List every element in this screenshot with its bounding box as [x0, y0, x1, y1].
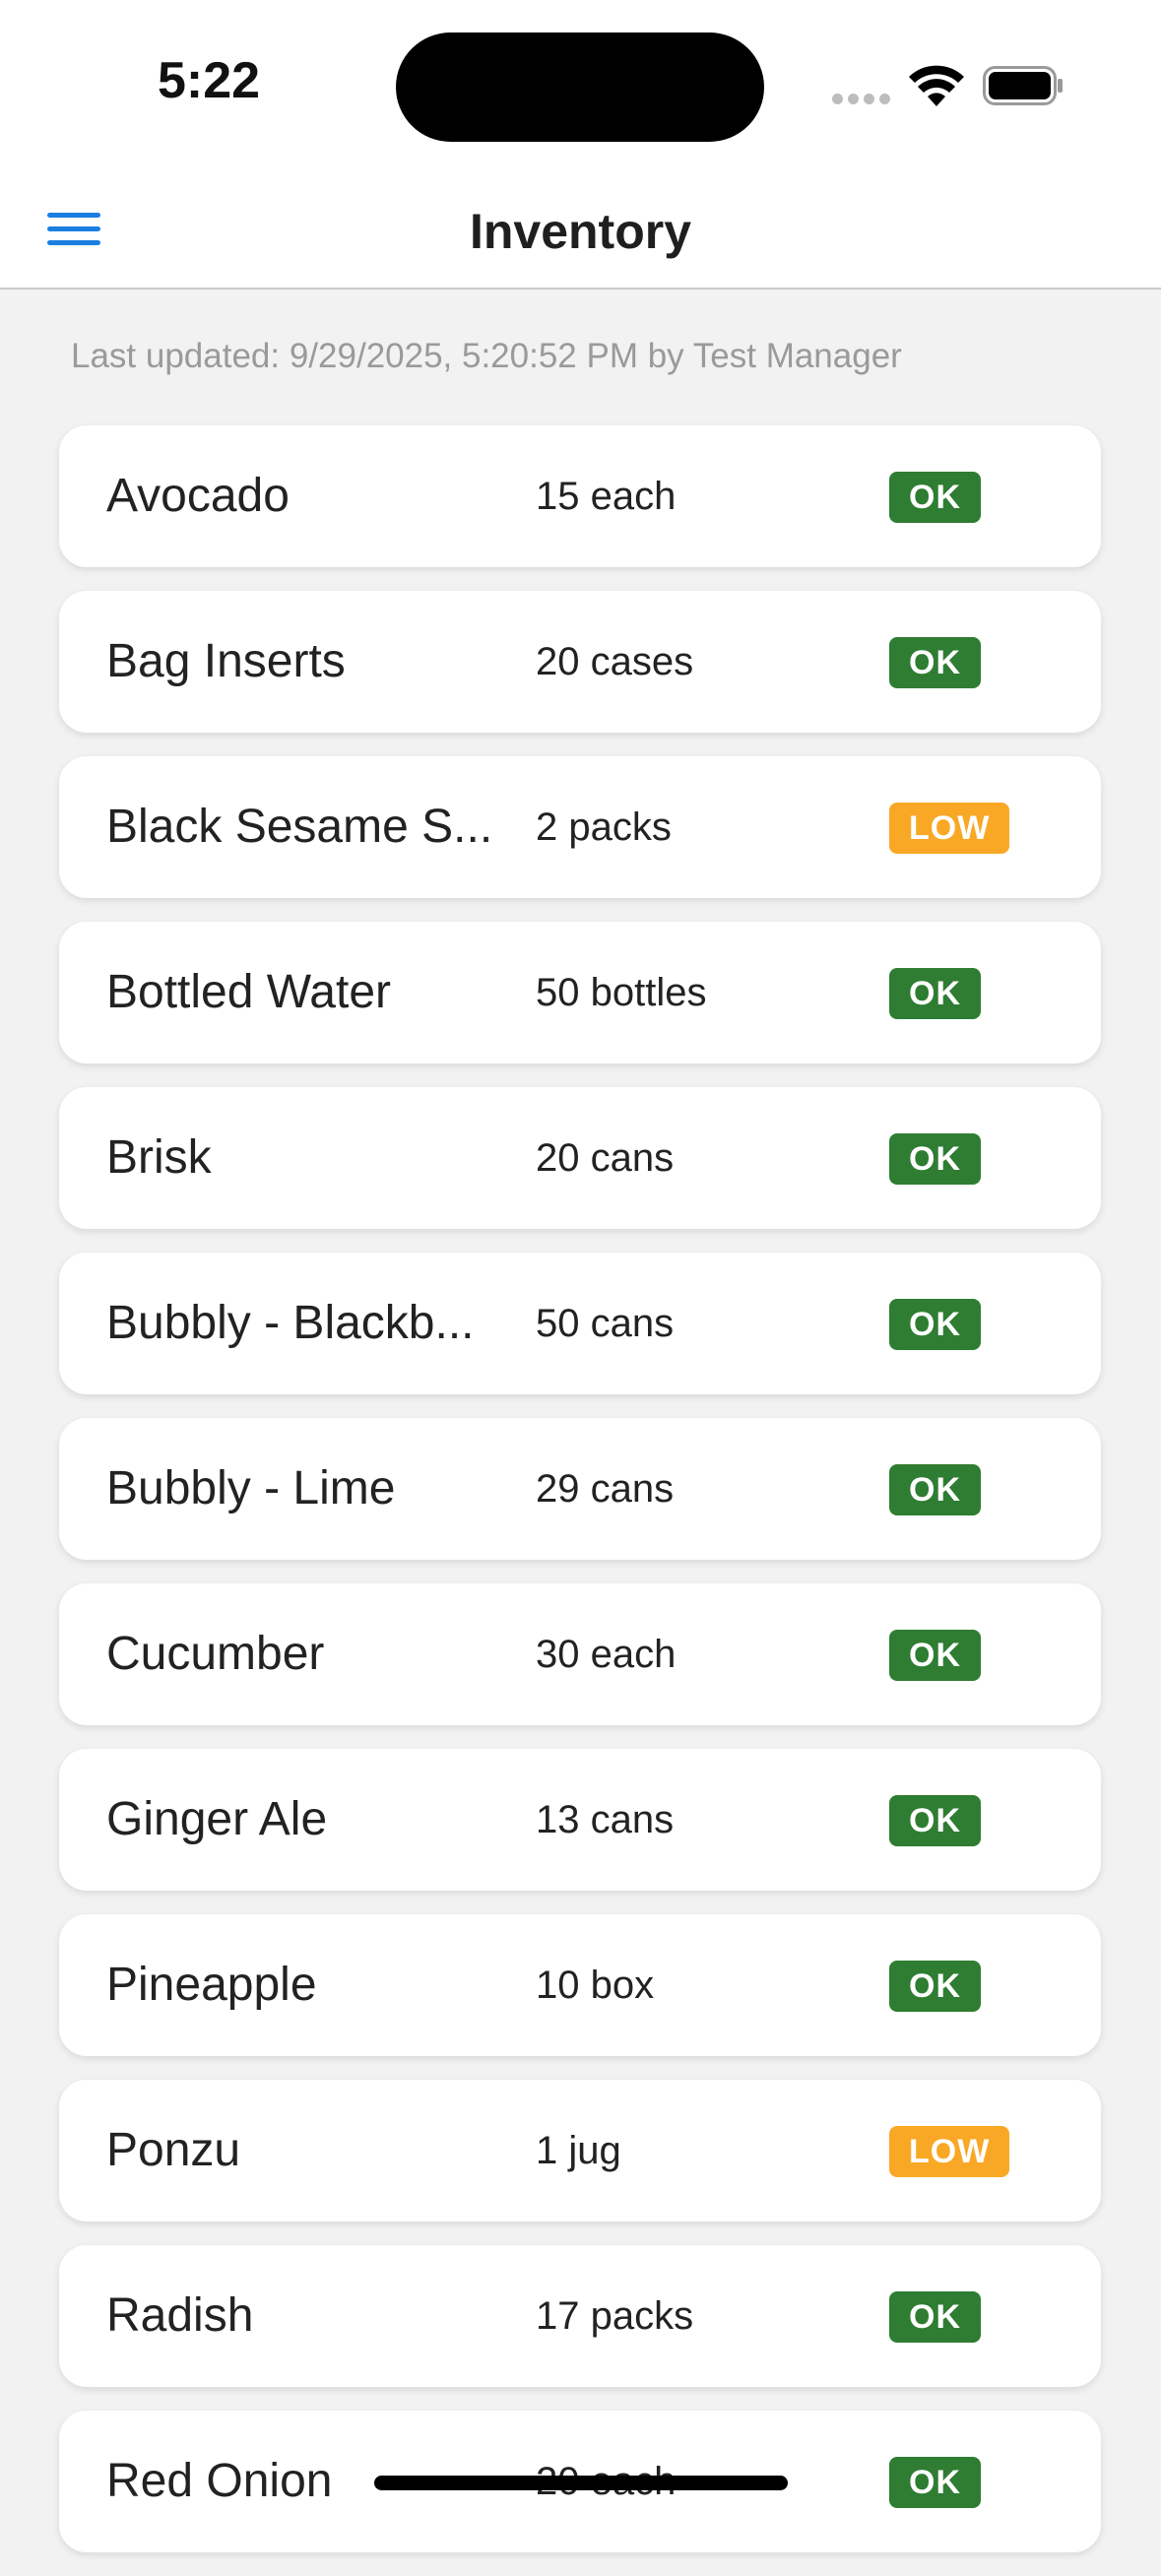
top-bar: 5:22 Inventory — [0, 0, 1161, 290]
status-badge: OK — [889, 472, 981, 523]
inventory-row[interactable]: Pineapple 10 box OK — [59, 1914, 1101, 2056]
status-badge: OK — [889, 2457, 981, 2508]
item-quantity: 50 bottles — [536, 971, 707, 1014]
item-name: Bottled Water — [106, 966, 392, 1018]
item-name: Radish — [106, 2289, 254, 2342]
status-badge: OK — [889, 1630, 981, 1681]
item-quantity: 2 packs — [536, 805, 672, 849]
status-badge: OK — [889, 1464, 981, 1515]
inventory-row[interactable]: Bottled Water 50 bottles OK — [59, 922, 1101, 1063]
status-badge: LOW — [889, 803, 1010, 854]
page-title: Inventory — [469, 204, 692, 259]
inventory-row[interactable]: Avocado 15 each OK — [59, 425, 1101, 567]
item-quantity: 20 cases — [536, 640, 694, 683]
item-name: Cucumber — [106, 1628, 325, 1680]
battery-icon — [983, 66, 1063, 105]
status-badge: OK — [889, 1299, 981, 1350]
item-quantity: 15 each — [536, 475, 677, 518]
inventory-row[interactable]: Brisk 20 cans OK — [59, 1087, 1101, 1229]
item-quantity: 17 packs — [536, 2294, 694, 2338]
status-badge: LOW — [889, 2126, 1010, 2177]
inventory-row[interactable]: Bubbly - Blackb... 50 cans OK — [59, 1253, 1101, 1394]
inventory-row[interactable]: Cucumber 30 each OK — [59, 1583, 1101, 1725]
inventory-list: Avocado 15 each OK Bag Inserts 20 cases OK Bla… — [59, 425, 1101, 2576]
inventory-row[interactable]: Bag Inserts 20 cases OK — [59, 591, 1101, 733]
status-time: 5:22 — [158, 52, 261, 109]
item-quantity: 13 cans — [536, 1798, 675, 1841]
inventory-row[interactable]: Ponzu 1 jug LOW — [59, 2080, 1101, 2222]
item-quantity: 10 box — [536, 1964, 655, 2007]
inventory-row[interactable]: Black Sesame S... 2 packs LOW — [59, 756, 1101, 898]
status-badge: OK — [889, 2291, 981, 2343]
item-quantity: 20 cans — [536, 1136, 675, 1180]
item-name: Ginger Ale — [106, 1793, 328, 1845]
status-badge: OK — [889, 1961, 981, 2012]
item-quantity: 30 each — [536, 1633, 677, 1676]
inventory-row[interactable]: Radish 17 packs OK — [59, 2245, 1101, 2387]
item-name: Ponzu — [106, 2124, 241, 2176]
status-badge: OK — [889, 1133, 981, 1185]
wifi-icon — [909, 65, 964, 106]
status-badge: OK — [889, 968, 981, 1019]
item-name: Bubbly - Lime — [106, 1462, 396, 1514]
item-name: Brisk — [106, 1131, 212, 1184]
item-quantity: 1 jug — [536, 2129, 621, 2172]
item-quantity: 29 cans — [536, 1467, 675, 1511]
inventory-row[interactable]: Bubbly - Lime 29 cans OK — [59, 1418, 1101, 1560]
cellular-signal-icon — [832, 94, 890, 105]
item-name: Black Sesame S... — [106, 801, 493, 853]
status-badge: OK — [889, 637, 981, 688]
inventory-row[interactable]: Ginger Ale 13 cans OK — [59, 1749, 1101, 1891]
last-updated-text: Last updated: 9/29/2025, 5:20:52 PM by T… — [71, 337, 902, 375]
home-indicator — [374, 2476, 788, 2490]
item-name: Bag Inserts — [106, 635, 346, 687]
item-name: Avocado — [106, 470, 290, 522]
item-quantity: 50 cans — [536, 1302, 675, 1345]
item-name: Pineapple — [106, 1959, 317, 2011]
dynamic-island — [396, 32, 764, 142]
item-name: Bubbly - Blackb... — [106, 1297, 475, 1349]
status-badge: OK — [889, 1795, 981, 1846]
